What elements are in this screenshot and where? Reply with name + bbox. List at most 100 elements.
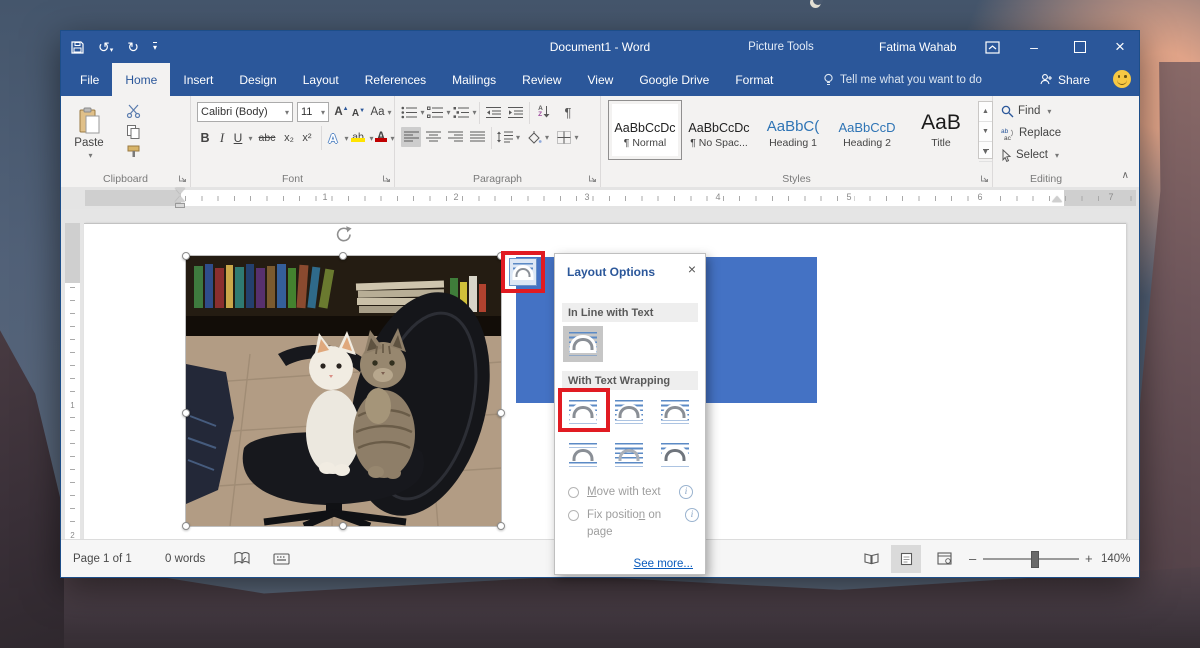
undo-icon[interactable]: ↺▾ — [98, 40, 113, 54]
see-more-link[interactable]: See more... — [634, 558, 693, 570]
spell-check-icon[interactable] — [233, 540, 251, 577]
sort-icon[interactable]: AZ — [533, 102, 555, 122]
styles-scroll-up-icon[interactable]: ▲ — [979, 102, 992, 122]
style-heading2[interactable]: AaBbCcD Heading 2 — [831, 101, 903, 159]
justify-icon[interactable] — [467, 127, 487, 147]
wrap-option-behind-text[interactable] — [609, 437, 649, 473]
minimize-button[interactable]: – — [1013, 31, 1055, 63]
find-button[interactable]: Find ▾ — [1001, 102, 1051, 120]
highlight-dropdown-icon[interactable]: ▾ — [366, 128, 374, 148]
multilevel-list-icon[interactable]: ▾ — [453, 102, 477, 122]
text-effects-dropdown-icon[interactable]: ▾ — [341, 128, 349, 148]
page-indicator[interactable]: Page 1 of 1 — [73, 540, 132, 577]
keyboard-language-icon[interactable] — [273, 540, 290, 577]
replace-button[interactable]: ab ac Replace — [1001, 124, 1061, 142]
underline-button[interactable]: U — [231, 128, 245, 148]
word-count[interactable]: 0 words — [165, 540, 205, 577]
select-button[interactable]: Select ▾ — [1001, 146, 1059, 164]
format-painter-icon[interactable] — [123, 142, 143, 160]
selection-handle-bottom-right[interactable] — [497, 522, 505, 530]
wrap-option-top-bottom[interactable] — [563, 437, 603, 473]
styles-gallery-scroll[interactable]: ▲ ▼ ▼ — [978, 101, 993, 162]
close-button[interactable]: × — [1099, 31, 1141, 63]
font-name-combo[interactable]: Calibri (Body) ▾ — [197, 102, 293, 122]
styles-scroll-down-icon[interactable]: ▼ — [979, 122, 992, 142]
collapse-ribbon-icon[interactable]: ∧ — [1122, 170, 1129, 181]
increase-indent-icon[interactable] — [505, 102, 525, 122]
shading-icon[interactable]: ▾ — [525, 127, 551, 147]
italic-button[interactable]: I — [215, 128, 229, 148]
grow-font-button[interactable]: A ▲ — [333, 102, 350, 122]
hanging-indent-marker[interactable] — [175, 196, 185, 202]
fix-position-radio[interactable] — [568, 510, 579, 521]
bold-button[interactable]: B — [197, 128, 213, 148]
tab-view[interactable]: View — [575, 63, 627, 96]
change-case-button[interactable]: Aa ▾ — [369, 102, 393, 122]
align-center-icon[interactable] — [423, 127, 443, 147]
right-indent-marker[interactable] — [1052, 196, 1062, 202]
redo-icon[interactable]: ↻ — [127, 40, 139, 54]
pilcrow-icon[interactable]: ¶ — [559, 102, 577, 122]
styles-dialog-launcher-icon[interactable] — [980, 174, 989, 183]
selection-handle-bottom-center[interactable] — [339, 522, 347, 530]
wrap-option-through[interactable] — [655, 394, 695, 430]
align-left-icon[interactable] — [401, 127, 421, 147]
font-color-button[interactable]: A — [374, 126, 388, 148]
customize-qat-icon[interactable]: ▾ — [152, 42, 157, 52]
layout-inline-option[interactable] — [563, 326, 603, 362]
ribbon-display-options-icon[interactable] — [971, 31, 1013, 63]
underline-dropdown-icon[interactable]: ▾ — [245, 128, 253, 148]
tab-mailings[interactable]: Mailings — [439, 63, 509, 96]
style-no-spacing[interactable]: AaBbCcDc ¶ No Spac... — [683, 101, 755, 159]
move-with-text-radio[interactable] — [568, 487, 579, 498]
tab-layout[interactable]: Layout — [290, 63, 352, 96]
picture-cats[interactable] — [185, 255, 502, 530]
maximize-button[interactable] — [1059, 31, 1101, 63]
account-user-name[interactable]: Fatima Wahab — [879, 31, 957, 63]
zoom-out-button[interactable]: – — [969, 540, 976, 577]
text-effects-button[interactable]: A — [325, 128, 341, 148]
tab-file[interactable]: File — [67, 63, 112, 96]
selection-handle-top-left[interactable] — [182, 252, 190, 260]
paragraph-dialog-launcher-icon[interactable] — [588, 174, 597, 183]
first-line-indent-marker[interactable] — [175, 188, 185, 194]
tell-me-box[interactable]: Tell me what you want to do — [823, 63, 982, 96]
share-button[interactable]: Share — [1039, 63, 1090, 96]
line-spacing-icon[interactable]: ▾ — [495, 127, 521, 147]
bullets-icon[interactable]: ▾ — [401, 102, 425, 122]
styles-gallery-more-icon[interactable]: ▼ — [979, 142, 992, 162]
popup-close-icon[interactable]: × — [688, 261, 696, 277]
horizontal-ruler[interactable]: 1 2 3 4 5 6 7 — [85, 190, 1136, 206]
view-web-layout[interactable] — [929, 540, 959, 577]
selection-handle-mid-left[interactable] — [182, 409, 190, 417]
shrink-font-button[interactable]: A ▼ — [351, 104, 366, 122]
zoom-level[interactable]: 140% — [1101, 540, 1130, 577]
tab-home[interactable]: Home — [112, 63, 171, 96]
cut-icon[interactable] — [123, 102, 143, 120]
align-right-icon[interactable] — [445, 127, 465, 147]
selection-handle-mid-right[interactable] — [497, 409, 505, 417]
zoom-in-button[interactable]: + — [1085, 540, 1093, 577]
tab-insert[interactable]: Insert — [170, 63, 226, 96]
style-heading1[interactable]: AaBbC( Heading 1 — [757, 101, 829, 159]
subscript-button[interactable]: x₂ — [281, 128, 297, 148]
numbering-icon[interactable]: ▾ — [427, 102, 451, 122]
vertical-ruler[interactable]: 1 2 — [65, 223, 80, 541]
fix-position-info-icon[interactable]: i — [685, 508, 699, 522]
tab-google-drive[interactable]: Google Drive — [626, 63, 722, 96]
style-normal[interactable]: AaBbCcDc ¶ Normal — [608, 100, 682, 160]
borders-icon[interactable]: ▾ — [555, 127, 581, 147]
zoom-slider-thumb[interactable] — [1031, 551, 1039, 568]
selection-handle-bottom-left[interactable] — [182, 522, 190, 530]
strikethrough-button[interactable]: abc — [255, 128, 279, 148]
selection-handle-top-center[interactable] — [339, 252, 347, 260]
superscript-button[interactable]: x² — [299, 128, 315, 148]
font-dialog-launcher-icon[interactable] — [382, 174, 391, 183]
rotate-handle-icon[interactable] — [333, 225, 353, 245]
copy-icon[interactable] — [123, 122, 143, 140]
tab-design[interactable]: Design — [226, 63, 289, 96]
move-with-text-info-icon[interactable]: i — [679, 485, 693, 499]
tab-references[interactable]: References — [352, 63, 439, 96]
tab-format[interactable]: Format — [722, 63, 786, 96]
tab-review[interactable]: Review — [509, 63, 574, 96]
